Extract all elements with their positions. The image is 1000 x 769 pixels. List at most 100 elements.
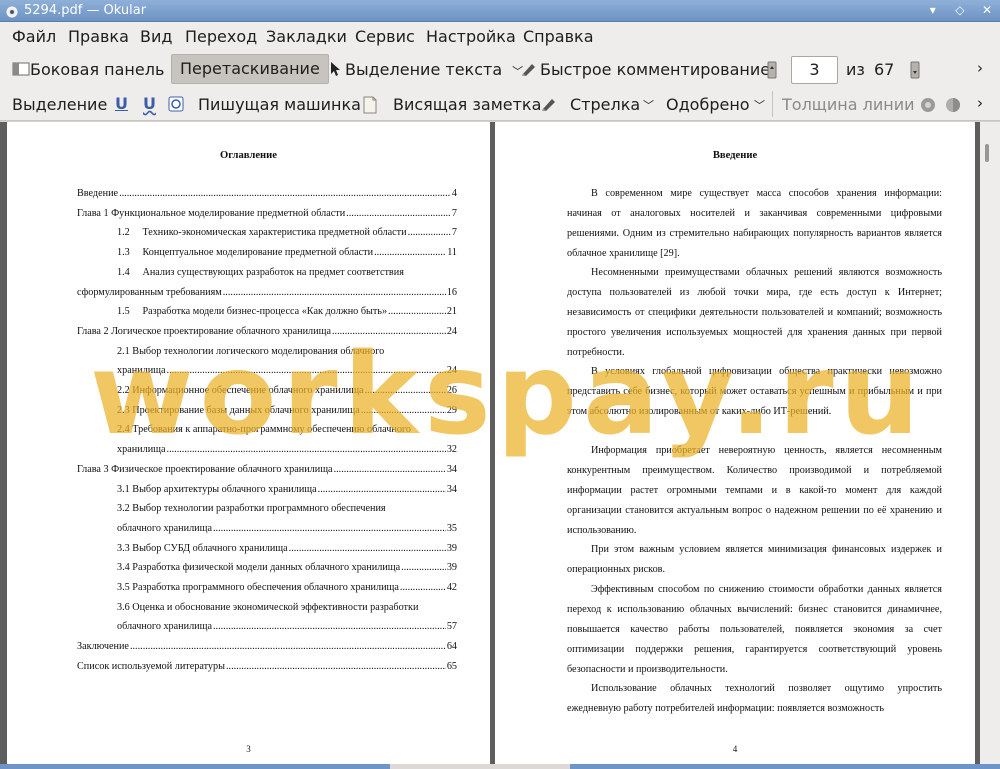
text-select-label: Выделение текста [345, 60, 503, 79]
sidebar-icon [12, 62, 30, 76]
vertical-scrollbar[interactable] [980, 122, 1000, 764]
toc-entry[interactable]: 1.3 Концептуальное моделирование предмет… [117, 247, 457, 261]
toc-entry-page: 29 [446, 404, 457, 416]
toc-entry-page: 32 [446, 444, 457, 456]
toc-entry[interactable]: 1.5 Разработка модели бизнес-процесса «К… [117, 306, 457, 320]
toc-entry[interactable]: Введение 4 [77, 188, 457, 202]
annot-overflow-chevron-icon[interactable]: › [977, 94, 983, 112]
toc-leader-dots [226, 661, 446, 672]
toolbar-separator [772, 91, 773, 117]
toc-leader-dots [374, 247, 446, 258]
toc-entry-page: 11 [447, 247, 457, 259]
toc-entry-page: 34 [446, 463, 457, 475]
underline-icon[interactable]: U [115, 94, 128, 113]
body-paragraph: В условиях глобальной цифровизации общес… [567, 362, 942, 422]
toc-entry-text: 1.2 Технико-экономическая характеристика… [117, 227, 407, 239]
squiggle-icon[interactable]: U [143, 94, 156, 113]
toc-entry[interactable]: 2.2 Информационное обеспечение облачного… [117, 385, 457, 399]
toc-leader-dots [332, 326, 446, 337]
toc-entry-text: Список используемой литературы [77, 660, 225, 672]
toc-entry[interactable]: 1.2 Технико-экономическая характеристика… [117, 227, 457, 241]
toc-entry[interactable]: Глава 2 Логическое проектирование облачн… [77, 326, 457, 340]
color-icon[interactable] [919, 96, 937, 114]
document-viewport[interactable]: Оглавление Введение 4 Глава 1 Функциональн… [0, 122, 1000, 764]
highlight-tool-label[interactable]: Выделение [12, 95, 107, 114]
toc-entry[interactable]: хранилища 32 [117, 444, 457, 458]
toolbar-overflow-chevron-icon[interactable]: › [977, 59, 983, 77]
chevron-down-icon[interactable]: ﹀ [643, 97, 654, 113]
main-toolbar: Боковая панель Перетаскивание Выделение … [0, 52, 1000, 88]
toc-entry[interactable]: 3.3 Выбор СУБД облачного хранилища 39 [117, 543, 457, 557]
sidebar-toggle-button[interactable]: Боковая панель [12, 60, 164, 79]
toc-entry[interactable]: 3.5 Разработка программного обеспечения … [117, 582, 457, 596]
toc-leader-dots [346, 208, 451, 219]
page-number-input[interactable]: 3 [791, 56, 838, 84]
toc-leader-dots [334, 464, 446, 475]
toc-entry[interactable]: 2.3 Проектирование базы данных облачного… [117, 405, 457, 419]
toc-entry[interactable]: Глава 1 Функциональное моделирование пре… [77, 208, 457, 222]
text-select-button[interactable]: Выделение текста ﹀ [329, 60, 523, 79]
line-width-label[interactable]: Толщина линии [782, 95, 915, 114]
strikeout-icon[interactable] [168, 96, 184, 112]
stamp-tool-label[interactable]: Одобрено [666, 95, 750, 114]
body-paragraph: Эффективным способом по снижению стоимос… [567, 580, 942, 680]
chevron-down-icon[interactable]: ﹀ [754, 97, 765, 113]
toc-entry[interactable]: 3.4 Разработка физической модели данных … [117, 562, 457, 576]
horizontal-scrollbar-thumb[interactable] [390, 764, 570, 769]
menu-file[interactable]: Файл [12, 27, 56, 46]
title-bar: 5294.pdf — Okular ▾ ◇ ✕ [0, 0, 1000, 22]
menu-tools[interactable]: Сервис [355, 27, 415, 46]
toc-entry-text: облачного хранилища [117, 522, 212, 534]
toc-entry[interactable]: облачного хранилища 57 [117, 621, 457, 635]
toc-leader-dots [167, 444, 446, 455]
menu-bookmarks[interactable]: Закладки [266, 27, 347, 46]
toc-entry-page: 42 [446, 582, 457, 593]
quick-annotation-button[interactable]: Быстрое комментирование [520, 60, 770, 79]
maximize-button[interactable]: ◇ [951, 2, 969, 20]
toc-entry[interactable]: Заключение 64 [77, 641, 457, 655]
toc-entry-text: хранилища [117, 444, 166, 456]
opacity-icon[interactable] [944, 96, 962, 114]
toc-leader-dots [401, 562, 446, 573]
toc-entry[interactable]: 3.2 Выбор технологии разработки программ… [117, 503, 386, 514]
next-page-button[interactable] [910, 61, 920, 83]
toc-entry[interactable]: Глава 3 Физическое проектирование облачн… [77, 464, 457, 478]
toc-entry[interactable]: 1.4 Анализ существующих разработок на пр… [117, 267, 404, 278]
toc-entry[interactable]: сформулированным требованиям 16 [77, 287, 457, 301]
toc-leader-dots [365, 385, 446, 396]
toc-leader-dots [213, 621, 446, 632]
toc-entry-page: 7 [451, 227, 457, 239]
browse-tool-button[interactable]: Перетаскивание [171, 54, 329, 84]
toc-entry[interactable]: хранилища 24 [117, 365, 457, 379]
toc-entry-page: 65 [446, 660, 457, 672]
toc-title: Оглавление [220, 150, 277, 161]
toc-entry[interactable]: 3.1 Выбор архитектуры облачного хранилищ… [117, 484, 457, 498]
toc-leader-dots [400, 582, 446, 593]
previous-page-button[interactable] [767, 61, 777, 83]
note-icon[interactable] [362, 96, 378, 114]
typewriter-tool-label[interactable]: Пишущая машинка [198, 95, 361, 114]
paragraph-text: При этом важным условием является миними… [567, 544, 942, 575]
okular-app-icon [6, 6, 18, 18]
menu-go[interactable]: Переход [185, 27, 257, 46]
arrow-tool-label[interactable]: Стрелка [570, 95, 640, 114]
toolbar-separator [321, 57, 322, 81]
toc-entry[interactable]: 3.6 Оценка и обоснование экономической э… [117, 602, 418, 613]
minimize-button[interactable]: ▾ [924, 2, 942, 20]
toc-entry[interactable]: Список используемой литературы 65 [77, 661, 457, 675]
menu-edit[interactable]: Правка [68, 27, 129, 46]
body-paragraph: Информация приобретает невероятную ценно… [567, 441, 942, 541]
toc-entry-page: 21 [446, 306, 457, 318]
menu-help[interactable]: Справка [523, 27, 594, 46]
close-button[interactable]: ✕ [978, 2, 996, 20]
toc-entry[interactable]: 2.1 Выбор технологии логического моделир… [117, 346, 384, 357]
menu-view[interactable]: Вид [140, 27, 172, 46]
vertical-scrollbar-thumb[interactable] [985, 144, 989, 162]
intro-title: Введение [712, 150, 758, 161]
toc-entry[interactable]: облачного хранилища 35 [117, 523, 457, 537]
toc-entry-text: 3.5 Разработка программного обеспечения … [117, 582, 399, 593]
note-tool-label[interactable]: Висящая заметка [393, 95, 541, 114]
menu-settings[interactable]: Настройка [426, 27, 516, 46]
toc-entry[interactable]: 2.4 Требования к аппаратно-программному … [117, 424, 411, 435]
toc-leader-dots [119, 188, 451, 199]
